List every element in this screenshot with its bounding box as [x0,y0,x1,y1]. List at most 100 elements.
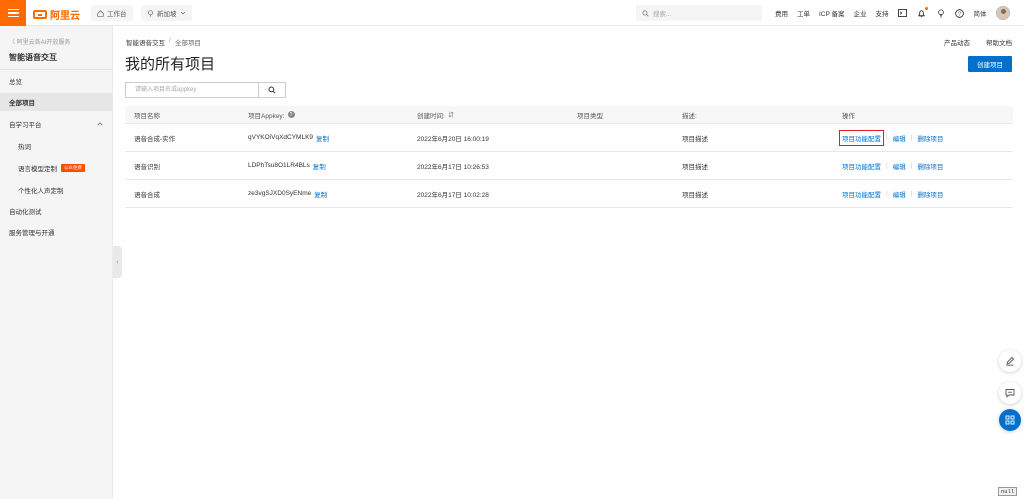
sidebar-item-self-learning[interactable]: 自学习平台 [0,115,113,133]
chat-button[interactable] [999,382,1021,404]
copy-appkey-link[interactable]: 复制 [316,133,329,143]
created-time: 2022年6月17日 10:26:53 [417,163,489,171]
hamburger-menu-icon[interactable] [0,0,26,26]
page-top-links: 产品动态 帮助文档 [944,37,1012,47]
home-icon [97,9,104,17]
copy-appkey-link[interactable]: 复制 [313,161,326,171]
op-separator: | [886,190,888,197]
topbar-link-icp[interactable]: ICP 备案 [819,8,845,18]
user-avatar[interactable] [995,6,1010,20]
copy-appkey-link[interactable]: 复制 [314,189,327,199]
project-search-button[interactable] [258,82,286,98]
project-description: 项目描述 [682,163,708,171]
edit-link[interactable]: 编辑 [893,133,906,143]
sidebar-item-language-model[interactable]: 语言模型定制 公众免费 [0,159,113,177]
sidebar-item-label: 热词 [18,144,31,151]
product-news-link[interactable]: 产品动态 [944,37,970,47]
project-search-input[interactable] [125,82,259,98]
delete-project-link[interactable]: 删除项目 [917,161,943,171]
sort-icon[interactable] [448,111,454,118]
topbar-link-support[interactable]: 支持 [876,8,889,18]
create-project-button[interactable]: 创建项目 [968,56,1012,72]
chevron-down-icon [180,11,185,15]
lightbulb-icon[interactable] [936,8,946,18]
column-header-name: 项目名称 [134,112,160,120]
project-name: 语音识别 [134,163,160,171]
region-label: 新加坡 [157,11,177,18]
aliyun-logo-icon [33,10,47,19]
appkey-value: ze3vgSJXD0SyENme [248,190,312,197]
sidebar-item-all-projects[interactable]: 全部项目 [0,93,113,111]
sidebar-item-label: 个性化人声定制 [18,188,64,195]
sidebar: 〈 阿里云各AI开放服务 智能语音交互 总览 全部项目 自学习平台 热词 语言模… [0,26,113,499]
edit-feedback-button[interactable] [999,350,1021,372]
region-selector[interactable]: 新加坡 [141,5,192,21]
help-icon[interactable]: ? [955,8,965,18]
delete-project-link[interactable]: 删除项目 [917,189,943,199]
search-icon [642,9,649,17]
project-config-link[interactable]: 项目功能配置 [839,129,884,146]
sidebar-item-overview[interactable]: 总览 [0,72,113,90]
delete-project-link[interactable]: 删除项目 [917,133,943,143]
sidebar-back-link[interactable]: 〈 阿里云各AI开放服务 [9,37,70,46]
chevron-up-icon [97,122,103,126]
language-switch[interactable]: 简体 [974,8,987,18]
sidebar-item-label: 语言模型定制 [18,166,57,173]
location-pin-icon [148,9,153,17]
workspace-label: 工作台 [107,11,127,18]
operations-cell: 项目功能配置 | 编辑 | 删除项目 [842,180,943,207]
sidebar-item-label: 服务管理与开通 [9,230,55,237]
logo-text: 阿里云 [50,11,80,22]
operations-cell: 项目功能配置 | 编辑 | 删除项目 [839,124,943,151]
table-row: 语音合成 ze3vgSJXD0SyENme 复制 2022年6月17日 10:0… [125,180,1013,208]
op-separator: | [910,190,913,197]
sidebar-collapse-handle[interactable]: ‹ [113,246,122,278]
op-separator: | [910,134,913,141]
bell-icon[interactable] [917,7,928,18]
edit-link[interactable]: 编辑 [893,189,906,199]
project-name: 语音合成 [134,191,160,199]
project-config-link[interactable]: 项目功能配置 [842,189,881,199]
sidebar-item-label: 全部项目 [9,100,35,107]
chat-icon [1005,389,1015,398]
sidebar-item-custom-voice[interactable]: 个性化人声定制 [0,181,113,199]
global-search-input[interactable]: 搜索... [636,5,762,21]
appkey-value: qVYKOiVqXdCYMLK9 [248,134,314,141]
chevron-left-icon: ‹ [116,258,119,266]
op-separator: | [886,134,888,141]
created-time: 2022年6月17日 10:02:28 [417,191,489,199]
column-header-appkey: 项目Appkey: ? [248,106,295,123]
breadcrumb: 智能语音交互 / 全部项目 [126,37,201,47]
grid-icon [1005,415,1015,425]
aliyun-logo[interactable]: 阿里云 [33,7,80,22]
operations-cell: 项目功能配置 | 编辑 | 删除项目 [842,152,943,179]
top-navigation-bar: 阿里云 工作台 新加坡 搜索... 费用 工单 ICP 备案 企业 支持 ? 简… [0,0,1024,26]
apps-menu-button[interactable] [999,409,1021,431]
sidebar-item-auto-test[interactable]: 自动化测试 [0,202,113,220]
table-row: 语音合成-实作 qVYKOiVqXdCYMLK9 复制 2022年6月20日 1… [125,124,1013,152]
cloud-shell-icon[interactable] [898,8,908,18]
sidebar-item-hotwords[interactable]: 热词 [0,137,113,155]
sidebar-title: 智能语音交互 [9,53,57,62]
free-badge: 公众免费 [61,164,85,172]
topbar-link-tickets[interactable]: 工单 [797,8,810,18]
edit-link[interactable]: 编辑 [893,161,906,171]
help-docs-link[interactable]: 帮助文档 [986,37,1012,47]
appkey-cell: qVYKOiVqXdCYMLK9 复制 [248,124,329,151]
svg-text:?: ? [958,11,961,17]
help-icon[interactable]: ? [287,111,295,118]
breadcrumb-separator: / [169,37,171,44]
topbar-links: 费用 工单 ICP 备案 企业 支持 ? 简体 [775,0,1010,26]
table-row: 语音识别 LDPhTsu8O1LR4BLs 复制 2022年6月17日 10:2… [125,152,1013,180]
sidebar-item-service-management[interactable]: 服务管理与开通 [0,223,113,241]
pencil-icon [1006,356,1015,366]
breadcrumb-parent[interactable]: 智能语音交互 [126,37,165,47]
op-separator: | [910,162,913,169]
project-description: 项目描述 [682,135,708,143]
topbar-link-fees[interactable]: 费用 [775,8,788,18]
column-header-appkey-label: 项目Appkey: [248,112,285,120]
appkey-cell: ze3vgSJXD0SyENme 复制 [248,180,327,207]
topbar-link-enterprise[interactable]: 企业 [854,8,867,18]
project-config-link[interactable]: 项目功能配置 [842,161,881,171]
workspace-button[interactable]: 工作台 [91,5,133,21]
